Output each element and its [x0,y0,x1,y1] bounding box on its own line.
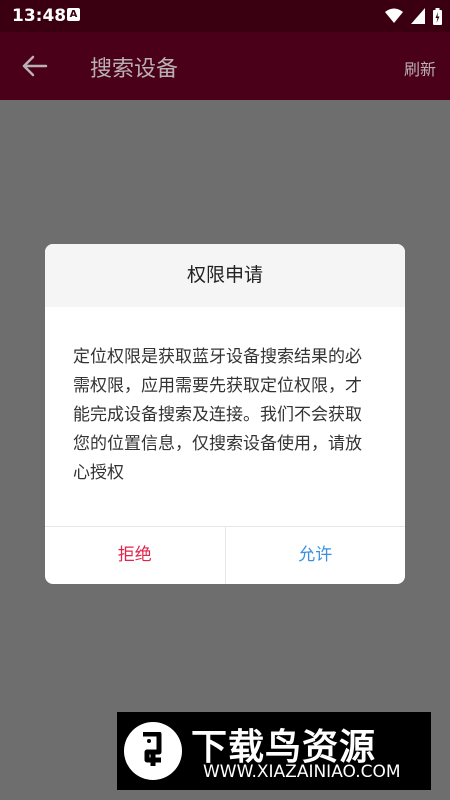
dialog-title: 权限申请 [45,244,405,307]
status-bar: 13:48 A [0,0,450,32]
bird-logo-icon [124,722,182,780]
status-time: 13:48 [12,6,67,26]
back-button[interactable] [20,52,50,80]
battery-icon [433,7,442,25]
status-icons [385,7,442,25]
wifi-icon [385,8,403,23]
notification-icon: A [67,8,80,21]
watermark-url: WWW.XIAZAINIAO.COM [203,762,401,782]
app-bar: 搜索设备 刷新 [0,32,450,100]
dialog-actions: 拒绝 允许 [45,526,405,584]
watermark: 下载鸟资源 WWW.XIAZAINIAO.COM [117,712,431,790]
signal-icon [411,8,425,24]
permission-dialog: 权限申请 定位权限是获取蓝牙设备搜索结果的必需权限，应用需要先获取定位权限，才能… [45,244,405,584]
deny-button[interactable]: 拒绝 [45,527,226,584]
allow-button[interactable]: 允许 [226,527,406,584]
dialog-message: 定位权限是获取蓝牙设备搜索结果的必需权限，应用需要先获取定位权限，才能完成设备搜… [73,347,362,483]
arrow-left-icon [22,55,48,77]
page-title: 搜索设备 [90,57,179,82]
refresh-button[interactable]: 刷新 [404,56,436,80]
